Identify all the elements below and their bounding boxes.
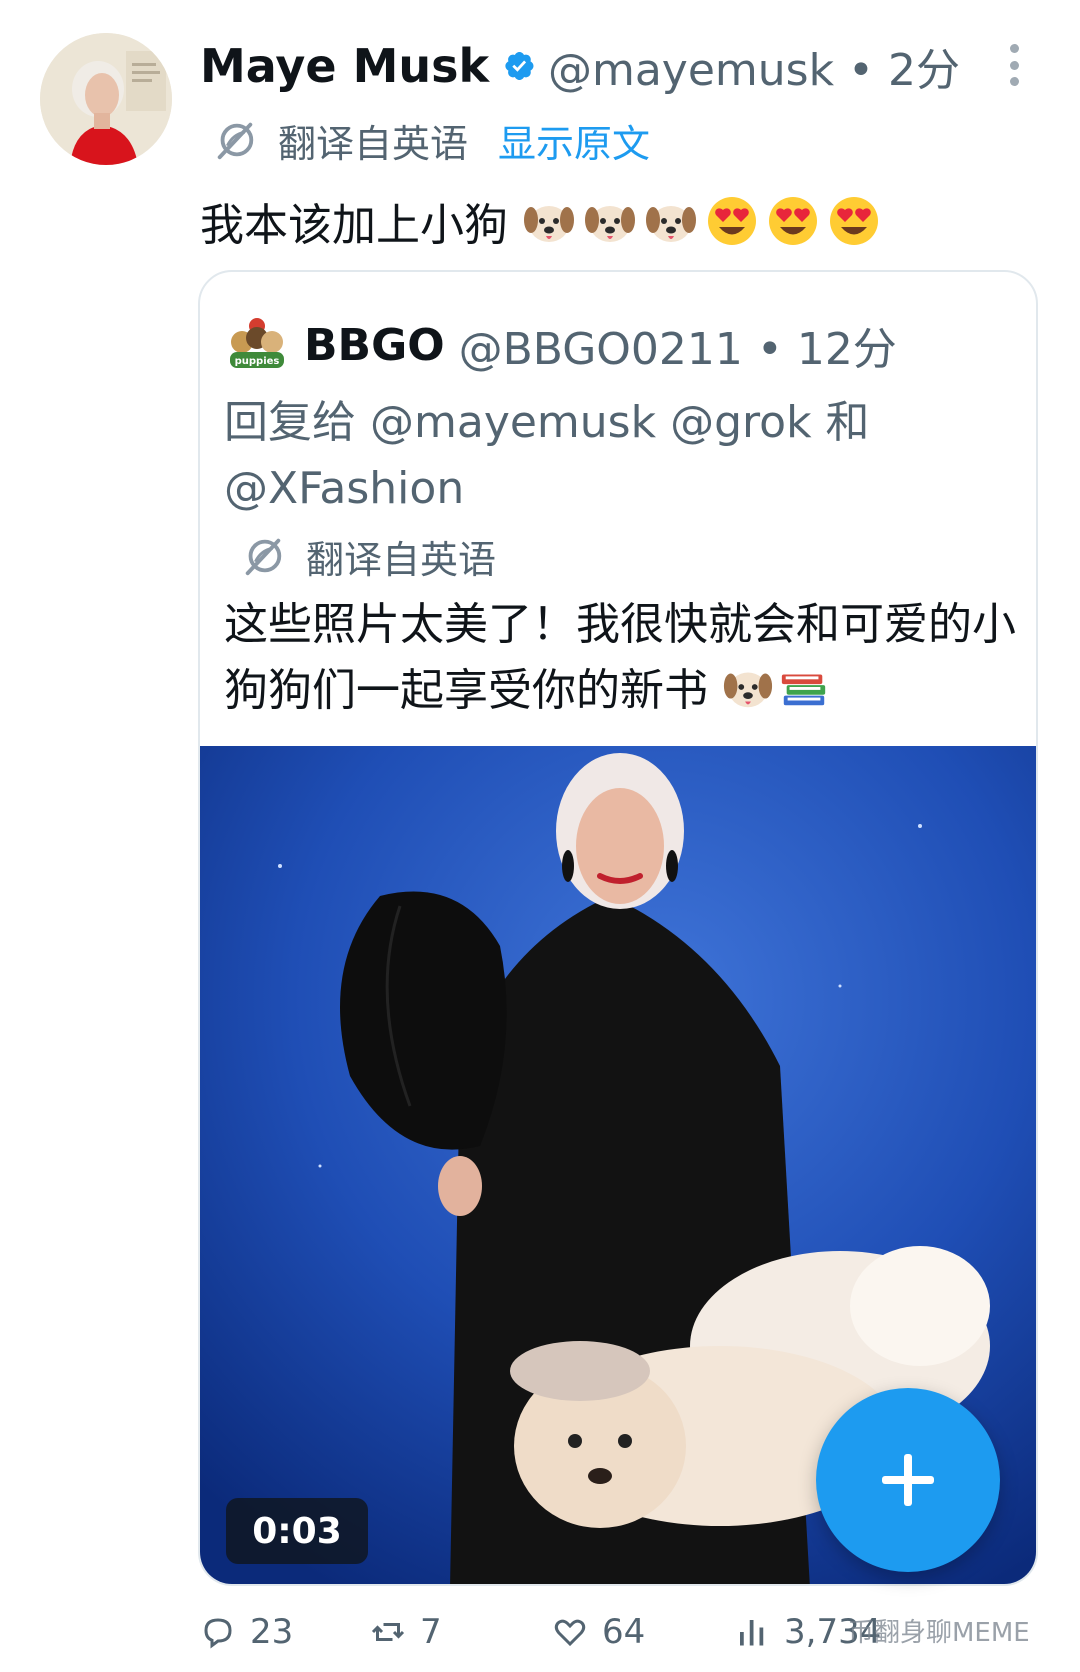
- mention-grok[interactable]: @grok: [670, 397, 811, 448]
- mention-xfashion[interactable]: @XFashion: [224, 463, 464, 514]
- video-duration-badge: 0:03: [226, 1498, 368, 1564]
- watermark: 币翻身聊MEME: [848, 1618, 1030, 1648]
- quoted-translated-from-label: 翻译自英语: [306, 537, 497, 582]
- quoted-translation-row: 翻译自英语: [240, 526, 496, 586]
- like-count: 64: [602, 1612, 646, 1652]
- author-avatar[interactable]: [40, 33, 172, 165]
- translated-from-label: 翻译自英语: [278, 121, 469, 166]
- reply-prefix: 回复给: [224, 397, 356, 448]
- dog-face-emoji-icon: [524, 206, 574, 242]
- heart-eyes-emoji-icon: [830, 197, 878, 245]
- avatar-image: [40, 33, 172, 165]
- quoted-author-name[interactable]: BBGO: [304, 320, 445, 371]
- quoted-author-handle-time[interactable]: @BBGO0211 • 12分: [459, 313, 897, 377]
- reply-count: 23: [250, 1612, 294, 1652]
- views-chart-icon: [740, 1620, 764, 1646]
- puppies-logo-icon: puppies: [224, 312, 290, 378]
- books-emoji-icon: [781, 674, 826, 706]
- post-text: 我本该加上小狗: [200, 200, 508, 251]
- compose-button[interactable]: [816, 1388, 1000, 1572]
- plus-icon: [882, 1454, 934, 1506]
- quoted-author-avatar[interactable]: puppies: [224, 312, 290, 378]
- show-original-link[interactable]: 显示原文: [498, 113, 650, 168]
- repost-count: 7: [420, 1612, 442, 1652]
- mention-mayemusk[interactable]: @mayemusk: [370, 397, 656, 448]
- dog-face-emoji-icon: [723, 672, 773, 708]
- translate-icon: [217, 122, 254, 160]
- quoted-post-header: puppies BBGO @BBGO0211 • 12分: [224, 312, 897, 378]
- reply-and: 和: [825, 397, 870, 448]
- like-button[interactable]: 64: [552, 1612, 645, 1652]
- dog-face-emoji-icon: [646, 206, 696, 242]
- verified-badge-icon: [505, 51, 534, 81]
- reply-icon: [204, 1618, 232, 1649]
- heart-icon: [554, 1619, 586, 1647]
- repost-icon: [371, 1623, 405, 1641]
- translation-row: 翻译自英语 显示原文: [212, 110, 650, 170]
- reply-button[interactable]: 23: [200, 1612, 293, 1652]
- author-handle-time[interactable]: @mayemusk • 2分: [548, 34, 960, 98]
- post-text-row: 我本该加上小狗: [200, 186, 888, 256]
- more-options-icon[interactable]: [996, 40, 1032, 90]
- author-name[interactable]: Maye Musk: [200, 39, 489, 93]
- reply-to-line: 回复给 @mayemusk @grok 和 @XFashion: [224, 390, 1014, 522]
- quoted-post-text-block: 这些照片太美了！我很快就会和可爱的小狗狗们一起享受你的新书: [224, 592, 1024, 724]
- avatar-caption: puppies: [235, 356, 280, 367]
- post-emojis: [522, 194, 888, 248]
- post-header: Maye Musk @mayemusk • 2分: [200, 34, 960, 98]
- dog-face-emoji-icon: [585, 206, 635, 242]
- heart-eyes-emoji-icon: [708, 197, 756, 245]
- translate-icon: [245, 538, 282, 576]
- repost-button[interactable]: 7: [370, 1612, 442, 1652]
- heart-eyes-emoji-icon: [769, 197, 817, 245]
- quoted-post-text: 这些照片太美了！我很快就会和可爱的小狗狗们一起享受你的新书: [224, 599, 1016, 716]
